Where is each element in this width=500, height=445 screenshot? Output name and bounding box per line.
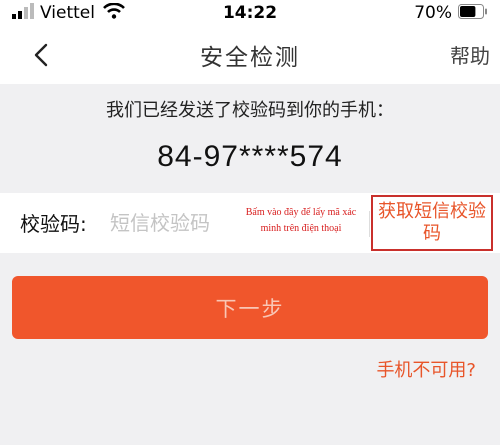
next-step-button[interactable]: 下一步: [12, 276, 488, 339]
verification-code-input[interactable]: [108, 203, 232, 243]
battery-percent: 70%: [414, 3, 452, 23]
sent-notice: 我们已经发送了校验码到你的手机：: [106, 100, 394, 121]
verification-code-row: 校验码: Bấm vào đây để lấy mã xác minh trên…: [0, 193, 500, 253]
masked-phone-number: 84-97****574: [157, 140, 343, 173]
phone-unavailable-link[interactable]: 手机不可用?: [376, 356, 476, 382]
status-bar: Viettel 14:22 70%: [0, 0, 500, 26]
battery-icon: [458, 3, 488, 23]
help-link[interactable]: 帮助: [450, 40, 490, 69]
tap-hint-annotation: Bấm vào đây để lấy mã xác minh trên điện…: [245, 207, 357, 234]
code-label: 校验码:: [20, 212, 87, 236]
get-sms-code-button[interactable]: 获取短信校验码: [371, 195, 493, 251]
page-title: 安全检测: [200, 45, 300, 71]
status-right: 70%: [414, 3, 488, 23]
nav-bar: 安全检测 帮助: [0, 26, 500, 84]
page: Viettel 14:22 70% 安全检测 帮助 我们已经发送了校验码到你的手…: [0, 0, 500, 445]
divider: [369, 211, 370, 237]
